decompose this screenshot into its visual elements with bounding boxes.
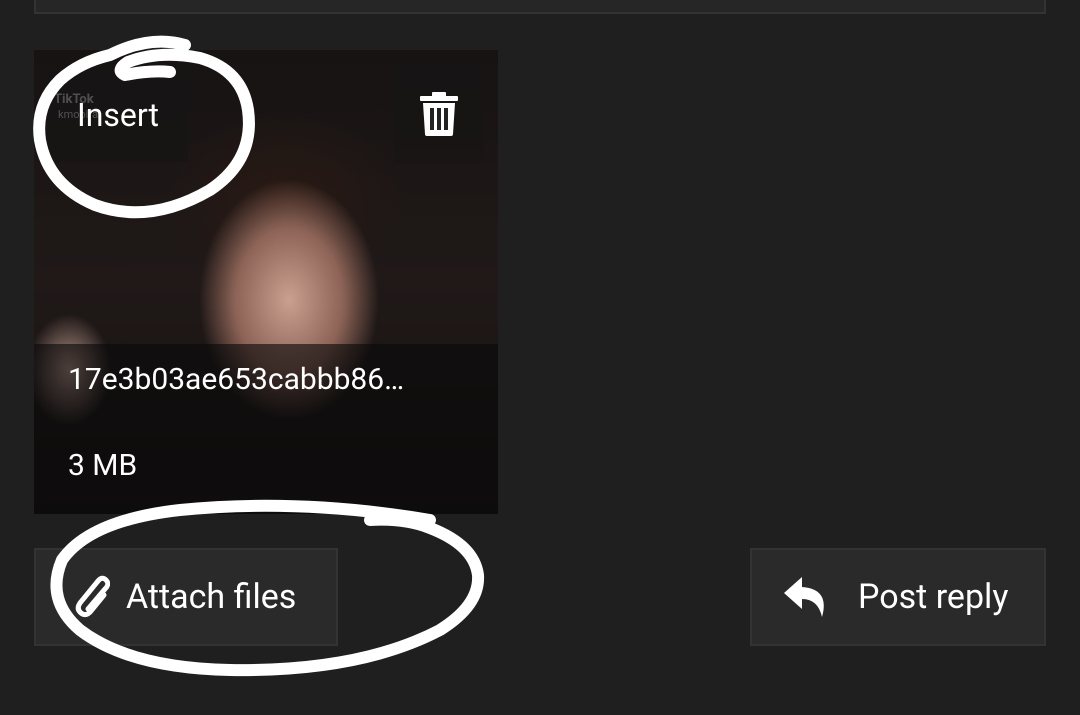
- insert-button[interactable]: Insert: [48, 68, 188, 162]
- reply-form: TikTok kmoblfa Insert 17e3b03ae653cabbb8…: [0, 0, 1080, 715]
- post-reply-label: Post reply: [858, 577, 1009, 617]
- reply-icon: [784, 577, 824, 617]
- delete-button[interactable]: [394, 64, 484, 164]
- attachment-thumbnail: TikTok kmoblfa Insert 17e3b03ae653cabbb8…: [34, 50, 498, 514]
- insert-label: Insert: [77, 96, 159, 134]
- attachment-filesize: 3 MB: [68, 448, 138, 483]
- attach-files-label: Attach files: [126, 577, 297, 617]
- post-reply-button[interactable]: Post reply: [750, 548, 1046, 646]
- attachment-info: 17e3b03ae653cabbb86… 3 MB: [34, 344, 498, 514]
- message-editor[interactable]: [34, 0, 1046, 14]
- attachment-filename: 17e3b03ae653cabbb86…: [68, 362, 405, 397]
- attach-files-button[interactable]: Attach files: [34, 548, 338, 646]
- trash-icon: [420, 92, 458, 136]
- paperclip-icon: [75, 575, 110, 618]
